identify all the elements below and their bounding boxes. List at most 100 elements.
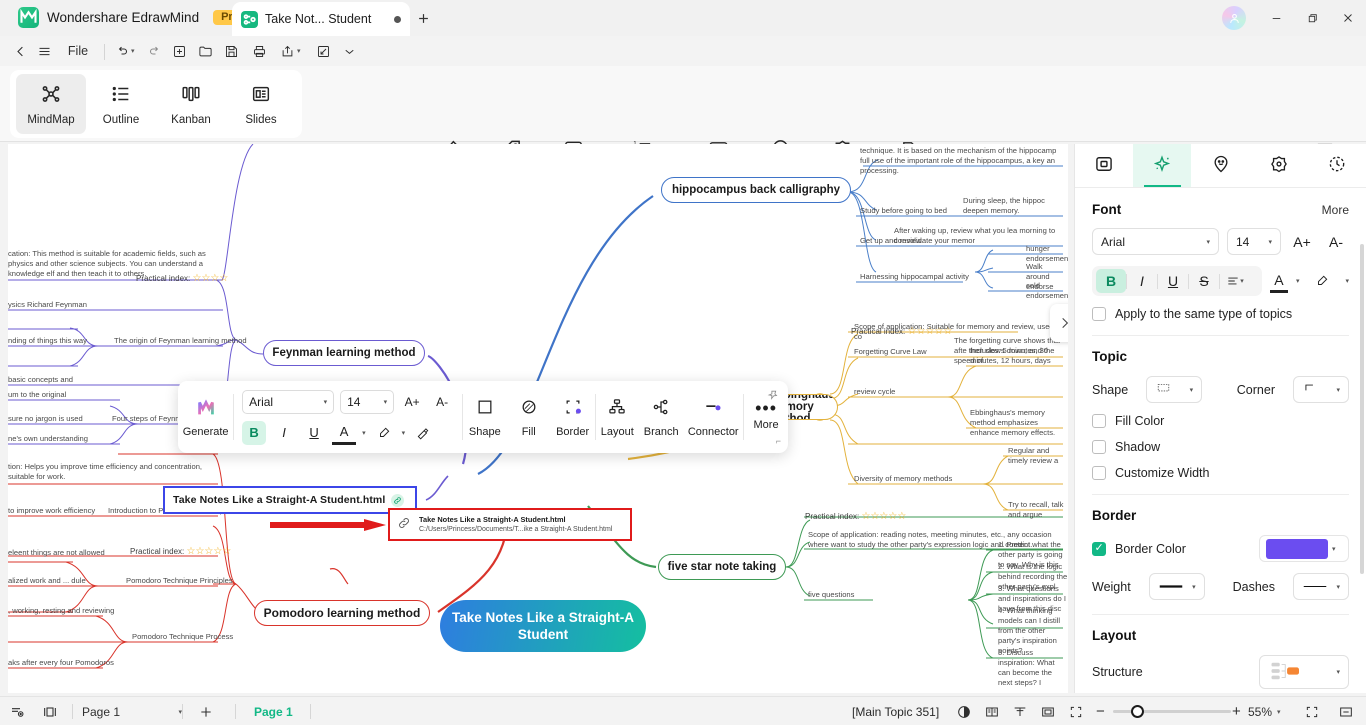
print-button[interactable]: [252, 40, 267, 62]
border-button[interactable]: Border: [551, 381, 595, 453]
subtopic[interactable]: , working, resting and reviewing: [8, 606, 114, 616]
shape-button[interactable]: Shape: [463, 381, 507, 453]
shadow-checkbox[interactable]: Shadow: [1092, 440, 1349, 454]
structure-select[interactable]: ▾: [1259, 655, 1349, 689]
font-family-select[interactable]: Arial ▾: [242, 389, 335, 414]
shape-select[interactable]: ▾: [1146, 376, 1203, 403]
hyperlink-tooltip[interactable]: Take Notes Like a Straight-A Student.htm…: [388, 508, 632, 541]
branch-button[interactable]: Branch: [639, 381, 683, 453]
subtopic[interactable]: eleent things are not allowed: [8, 548, 105, 558]
subtopic[interactable]: The origin of Feynman learning method: [114, 336, 247, 346]
tab-style-panel[interactable]: [1075, 144, 1133, 187]
subtopic[interactable]: sure no jargon is used: [8, 414, 83, 424]
view-slides[interactable]: Slides: [226, 74, 296, 134]
subtopic[interactable]: Study before going to bed: [860, 206, 947, 216]
font-more-link[interactable]: More: [1322, 203, 1349, 217]
zoom-slider[interactable]: [1113, 701, 1231, 722]
bold-button[interactable]: B: [1096, 269, 1126, 293]
subtopic[interactable]: Forgetting Curve Law: [854, 347, 927, 357]
ai-generate-button[interactable]: Generate: [178, 381, 233, 453]
underline-button[interactable]: U: [302, 421, 326, 445]
chevron-down-icon[interactable]: ▾: [402, 429, 406, 437]
tab-history-panel[interactable]: [1308, 144, 1366, 187]
subtopic[interactable]: review cycle: [854, 387, 895, 397]
zoom-out-button[interactable]: −: [1096, 701, 1105, 722]
undo-button[interactable]: ▾: [114, 40, 135, 62]
subtopic[interactable]: five questions: [808, 590, 854, 600]
subtopic[interactable]: cation: This method is suitable for acad…: [8, 249, 218, 279]
redo-button[interactable]: [148, 40, 163, 62]
close-button[interactable]: [1330, 5, 1366, 31]
subtopic[interactable]: During sleep, the hippoc deepen memory.: [963, 196, 1063, 216]
pointer-tool-button[interactable]: [316, 40, 331, 62]
menu-button[interactable]: [34, 39, 54, 63]
topic-pomodoro[interactable]: Pomodoro learning method: [254, 600, 430, 626]
font-color-button[interactable]: A: [332, 421, 357, 445]
subtopic[interactable]: After waking up, review what you lea mor…: [894, 226, 1068, 246]
fill-button[interactable]: Fill: [507, 381, 551, 453]
zoom-knob[interactable]: [1131, 705, 1144, 718]
right-panel-scrollbar[interactable]: [1360, 244, 1364, 574]
book-view-icon[interactable]: [984, 701, 1000, 722]
border-color-picker[interactable]: ▾: [1259, 535, 1349, 562]
subtopic[interactable]: basic concepts and: [8, 375, 73, 385]
subtopic[interactable]: tion: Helps you improve time efficiency …: [8, 462, 208, 482]
underline-button[interactable]: U: [1158, 269, 1188, 293]
quick-access-more-button[interactable]: [342, 40, 357, 62]
font-size-select[interactable]: 14 ▾: [340, 389, 395, 414]
font-size-select[interactable]: 14 ▾: [1227, 228, 1281, 255]
open-file-button[interactable]: [198, 40, 213, 62]
subtopic[interactable]: aks after every four Pomodoros: [8, 658, 114, 668]
italic-button[interactable]: I: [1127, 269, 1157, 293]
subtopic[interactable]: Diversity of memory methods: [854, 474, 952, 484]
font-family-select[interactable]: Arial ▾: [1092, 228, 1219, 255]
customize-width-checkbox[interactable]: Customize Width: [1092, 466, 1349, 480]
subtopic[interactable]: Four steps of Feynm: [112, 414, 182, 424]
add-page-button[interactable]: [198, 701, 214, 722]
collapse-panel-button[interactable]: [1338, 701, 1354, 722]
dashes-select[interactable]: ▾: [1293, 573, 1349, 600]
topic-feynman[interactable]: Feynman learning method: [263, 340, 425, 366]
subtopic[interactable]: 5. Discuss inspiration: What can become …: [998, 648, 1068, 688]
fullscreen-button[interactable]: [1304, 701, 1320, 722]
pitch-view-icon[interactable]: [1012, 701, 1028, 722]
apply-same-type-checkbox[interactable]: Apply to the same type of topics: [1092, 307, 1349, 321]
subtopic[interactable]: Regular and timely review a: [1008, 446, 1068, 466]
highlight-button[interactable]: [372, 421, 396, 445]
frame-view-icon[interactable]: [1040, 701, 1056, 722]
connector-button[interactable]: Connector: [683, 381, 743, 453]
topic-hippocampus[interactable]: hippocampus back calligraphy: [661, 177, 851, 203]
border-color-checkbox[interactable]: Border Color: [1092, 541, 1186, 556]
subtopic[interactable]: Try to recall, talk and argue: [1008, 500, 1068, 520]
decrease-font-button[interactable]: A-: [1323, 229, 1349, 255]
save-button[interactable]: [224, 40, 239, 62]
contrast-icon[interactable]: [956, 701, 972, 722]
page-tab[interactable]: Page 1: [254, 701, 293, 722]
minimize-button[interactable]: [1258, 5, 1294, 31]
corner-select[interactable]: ▾: [1293, 376, 1349, 403]
maximize-button[interactable]: [1294, 5, 1330, 31]
view-outline[interactable]: Outline: [86, 74, 156, 134]
highlight-button[interactable]: [1307, 269, 1337, 293]
strikethrough-button[interactable]: S: [1189, 269, 1219, 293]
tab-ai-panel[interactable]: [1133, 144, 1192, 187]
text-color-button[interactable]: A: [1269, 269, 1288, 293]
subtopic[interactable]: ne's own understanding: [8, 434, 88, 444]
subtopic[interactable]: cold endorsement: [1026, 281, 1068, 301]
topic-five-star[interactable]: five star note taking: [658, 554, 786, 580]
align-button[interactable]: ▾: [1220, 269, 1250, 293]
central-topic[interactable]: Take Notes Like a Straight-A Student: [440, 600, 646, 652]
weight-select[interactable]: ▾: [1148, 573, 1205, 600]
format-painter-button[interactable]: [411, 421, 435, 445]
link-icon[interactable]: [391, 493, 405, 507]
page-select[interactable]: Page 1 ▾: [82, 701, 182, 722]
subtopic[interactable]: Pomodoro Technique Principles: [126, 576, 233, 586]
chevron-down-icon[interactable]: ▾: [1296, 277, 1300, 285]
subtopic[interactable]: technique. It is based on the mechanism …: [860, 146, 1065, 176]
tab-clipart-panel[interactable]: [1250, 144, 1308, 187]
subtopic[interactable]: alized work and ... dule: [8, 576, 86, 586]
subtopic[interactable]: hunger endorsement: [1026, 244, 1068, 264]
zoom-in-button[interactable]: +: [1232, 701, 1241, 722]
pane-view-button[interactable]: [42, 701, 58, 722]
subtopic[interactable]: nding of things this way: [8, 336, 87, 346]
